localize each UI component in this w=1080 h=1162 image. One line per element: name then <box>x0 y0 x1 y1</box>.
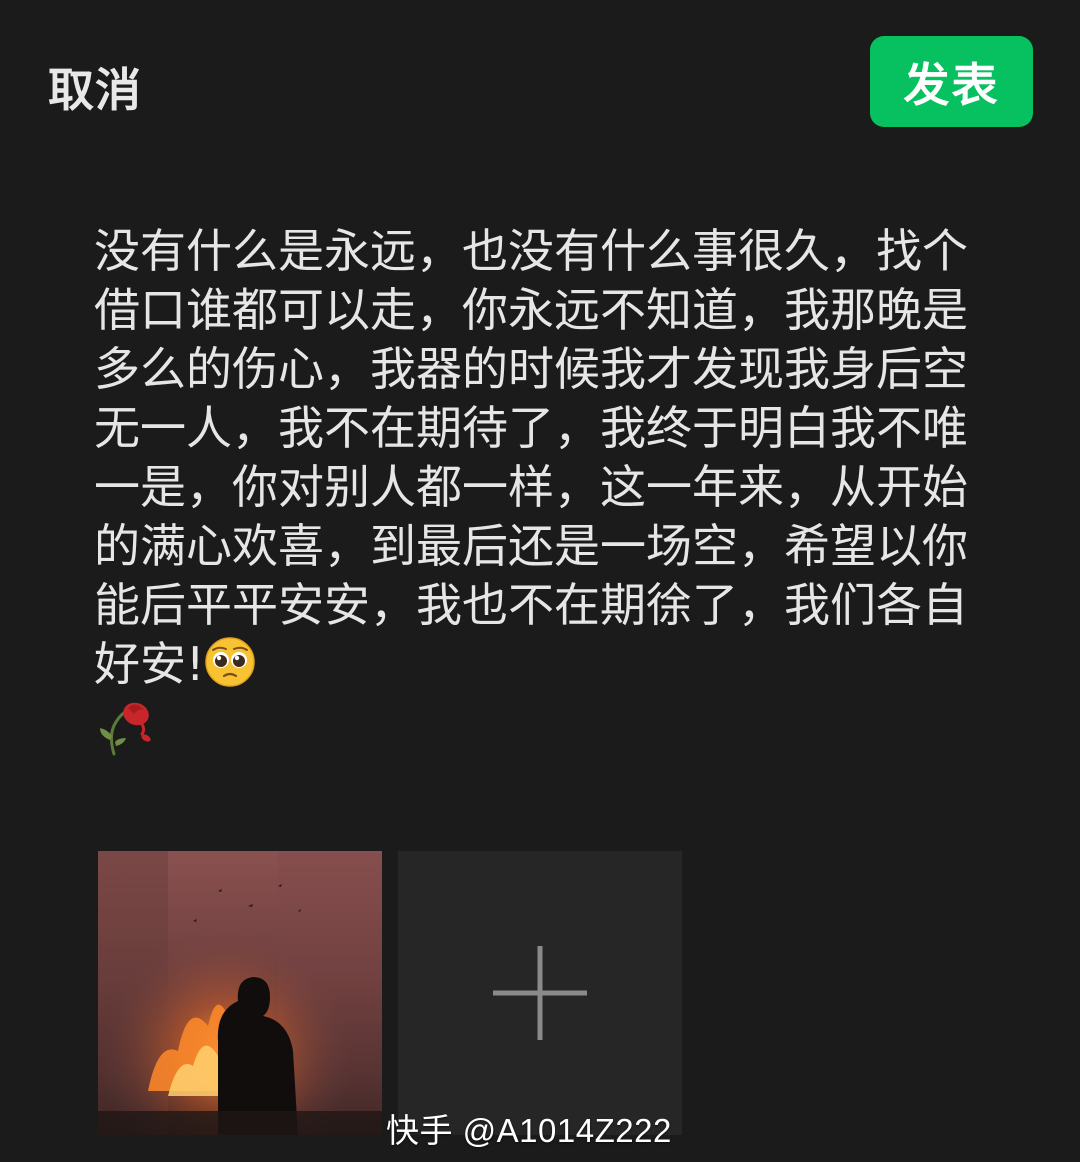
cancel-button[interactable]: 取消 <box>48 54 142 120</box>
post-button[interactable]: 发表 <box>870 36 1033 127</box>
pleading-face-icon <box>204 636 256 688</box>
add-photo-button[interactable] <box>398 851 682 1135</box>
plus-icon <box>493 946 587 1040</box>
post-button-label: 发表 <box>903 57 1000 112</box>
post-text-content: 没有什么是永远，也没有什么事很久，找个借口谁都可以走，你永远不知道，我那晚是多么… <box>94 224 968 691</box>
post-text-area[interactable]: 没有什么是永远，也没有什么事很久，找个借口谁都可以走，你永远不知道，我那晚是多么… <box>94 222 969 760</box>
photo-thumbnail[interactable] <box>98 851 382 1135</box>
watermark: 快手 @A1014Z222 <box>386 1112 672 1149</box>
wilted-rose-icon <box>94 694 156 756</box>
